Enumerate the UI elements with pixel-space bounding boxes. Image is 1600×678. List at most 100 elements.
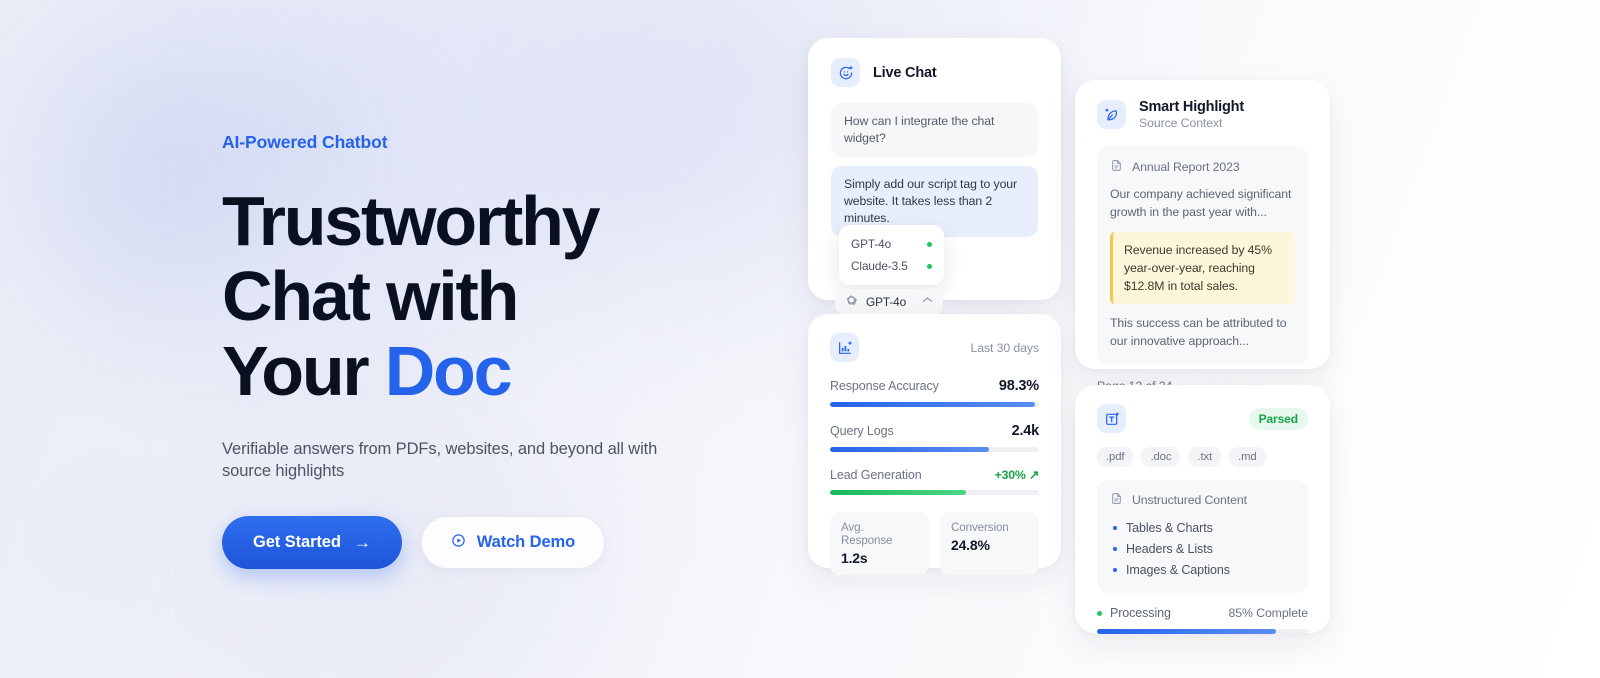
parsed-item-list: Tables & Charts Headers & Lists Images &… bbox=[1110, 517, 1295, 580]
bullet-icon bbox=[1113, 546, 1117, 551]
file-type-chip[interactable]: .md bbox=[1229, 447, 1266, 467]
text-extract-sparkle-icon bbox=[1097, 404, 1126, 433]
smart-highlight-titles: Smart Highlight Source Context bbox=[1139, 99, 1244, 130]
source-document-row: Annual Report 2023 bbox=[1110, 159, 1295, 175]
status-dot-icon bbox=[1097, 610, 1102, 616]
live-chat-title: Live Chat bbox=[873, 64, 937, 81]
status-dot-icon bbox=[927, 263, 932, 269]
progress-track bbox=[830, 490, 1039, 495]
unstructured-content-box: Unstructured Content Tables & Charts Hea… bbox=[1097, 480, 1308, 593]
model-option-label: Claude-3.5 bbox=[851, 259, 908, 273]
headline-line-1: Trustworthy bbox=[222, 182, 601, 260]
file-type-chips: .pdf .doc .txt .md bbox=[1097, 447, 1308, 467]
list-item-label: Headers & Lists bbox=[1126, 541, 1213, 556]
metric-value: 2.4k bbox=[1011, 423, 1040, 439]
processing-progress-fill bbox=[1097, 629, 1277, 634]
mini-stats-row: Avg. Response 1.2s Conversion 24.8% bbox=[830, 512, 1039, 575]
smart-highlight-subtitle: Source Context bbox=[1139, 116, 1223, 130]
model-dropdown-menu[interactable]: GPT-4o Claude-3.5 bbox=[839, 225, 944, 285]
status-dot-icon bbox=[927, 241, 932, 247]
mini-stat-conversion: Conversion 24.8% bbox=[940, 512, 1039, 575]
headline-line-2: Chat with bbox=[222, 257, 519, 335]
metric-value: 98.3% bbox=[998, 378, 1039, 394]
metric-label: Query Logs bbox=[830, 424, 894, 438]
model-option-claude35[interactable]: Claude-3.5 bbox=[839, 255, 944, 277]
progress-track bbox=[830, 447, 1039, 452]
source-excerpt: Annual Report 2023 Our company achieved … bbox=[1097, 146, 1308, 365]
analytics-header: Last 30 days bbox=[830, 333, 1039, 362]
document-parsing-card: Parsed .pdf .doc .txt .md Unstructured C… bbox=[1075, 385, 1330, 634]
hero-section: AI-Powered Chatbot Trustworthy Chat with… bbox=[222, 132, 762, 569]
mini-stat-label: Avg. Response bbox=[841, 521, 893, 547]
progress-track bbox=[830, 402, 1039, 407]
document-icon bbox=[1110, 159, 1123, 175]
progress-fill bbox=[830, 447, 989, 452]
progress-fill bbox=[830, 490, 966, 495]
get-started-label: Get Started bbox=[253, 533, 341, 551]
hero-subtitle: Verifiable answers from PDFs, websites, … bbox=[222, 440, 658, 480]
processing-status-row: Processing 85% Complete bbox=[1097, 606, 1308, 620]
bullet-icon bbox=[1113, 525, 1117, 530]
status-badge: Parsed bbox=[1248, 407, 1308, 430]
source-document-name: Annual Report 2023 bbox=[1132, 160, 1240, 174]
arrow-right-icon: → bbox=[353, 533, 371, 552]
highlighted-passage: Revenue increased by 45% year-over-year,… bbox=[1110, 232, 1295, 304]
hero-page: AI-Powered Chatbot Trustworthy Chat with… bbox=[0, 0, 1600, 678]
selected-model-label: GPT-4o bbox=[866, 294, 907, 309]
hero-cta-row: Get Started → Watch Demo bbox=[222, 516, 762, 569]
parsing-header: Parsed bbox=[1097, 404, 1308, 433]
list-item: Headers & Lists bbox=[1110, 538, 1295, 559]
date-range-label: Last 30 days bbox=[970, 340, 1039, 355]
bullet-icon bbox=[1113, 567, 1117, 572]
smart-highlight-card: Smart Highlight Source Context Annual Re… bbox=[1075, 80, 1330, 393]
chat-message-user: How can I integrate the chat widget? bbox=[831, 103, 1038, 157]
excerpt-after-text: This success can be attributed to our in… bbox=[1110, 316, 1287, 348]
live-chat-card: Live Chat How can I integrate the chat w… bbox=[808, 38, 1061, 314]
smart-highlight-title: Smart Highlight bbox=[1139, 99, 1244, 115]
mini-stat-value: 24.8% bbox=[951, 537, 990, 553]
metric-label: Response Accuracy bbox=[830, 379, 939, 393]
model-option-label: GPT-4o bbox=[851, 237, 892, 251]
chat-smiley-sparkle-icon bbox=[831, 58, 860, 87]
file-type-chip[interactable]: .doc bbox=[1141, 447, 1181, 467]
watch-demo-label: Watch Demo bbox=[476, 533, 576, 551]
model-option-gpt4o[interactable]: GPT-4o bbox=[839, 233, 944, 255]
excerpt-before-text: Our company achieved significant growth … bbox=[1110, 187, 1292, 219]
processing-status: Processing bbox=[1097, 606, 1171, 620]
list-item-label: Images & Captions bbox=[1126, 562, 1230, 577]
headline-accent-word: Doc bbox=[384, 332, 513, 410]
list-item: Images & Captions bbox=[1110, 559, 1295, 580]
metric-lead-generation: Lead Generation +30% ↗ bbox=[830, 468, 1039, 495]
page-title: Trustworthy Chat with Your Doc bbox=[222, 184, 762, 409]
get-started-button[interactable]: Get Started → bbox=[222, 516, 402, 569]
watch-demo-button[interactable]: Watch Demo bbox=[420, 516, 606, 569]
mini-stat-label: Conversion bbox=[951, 521, 1009, 534]
live-chat-header: Live Chat bbox=[831, 58, 1038, 87]
metric-trend-value: +30% ↗ bbox=[994, 468, 1040, 482]
processing-label: Processing bbox=[1110, 606, 1171, 620]
mini-stat-avg-response: Avg. Response 1.2s bbox=[830, 512, 929, 575]
metric-label: Lead Generation bbox=[830, 468, 922, 482]
file-type-chip[interactable]: .pdf bbox=[1097, 447, 1134, 467]
headline-line-3: Your bbox=[222, 332, 385, 410]
progress-fill bbox=[830, 402, 1035, 407]
mini-stat-value: 1.2s bbox=[841, 550, 868, 566]
model-selector[interactable]: GPT-4o bbox=[835, 289, 943, 314]
openai-logo-icon bbox=[845, 294, 858, 310]
smart-highlight-header: Smart Highlight Source Context bbox=[1097, 99, 1308, 130]
file-type-chip[interactable]: .txt bbox=[1188, 447, 1222, 467]
pen-sparkle-icon bbox=[1097, 100, 1126, 129]
unstructured-content-header: Unstructured Content bbox=[1110, 492, 1295, 508]
play-circle-icon bbox=[451, 533, 466, 553]
processing-progress-track bbox=[1097, 629, 1308, 634]
metric-response-accuracy: Response Accuracy 98.3% bbox=[830, 378, 1039, 407]
list-item: Tables & Charts bbox=[1110, 517, 1295, 538]
chevron-up-icon bbox=[922, 296, 933, 307]
unstructured-content-title: Unstructured Content bbox=[1132, 493, 1247, 507]
completion-label: 85% Complete bbox=[1228, 606, 1309, 620]
analytics-card: Last 30 days Response Accuracy 98.3% Que… bbox=[808, 314, 1061, 575]
list-item-label: Tables & Charts bbox=[1126, 520, 1213, 535]
bar-chart-sparkle-icon bbox=[830, 333, 859, 362]
metric-query-logs: Query Logs 2.4k bbox=[830, 423, 1039, 452]
document-icon bbox=[1110, 492, 1123, 508]
